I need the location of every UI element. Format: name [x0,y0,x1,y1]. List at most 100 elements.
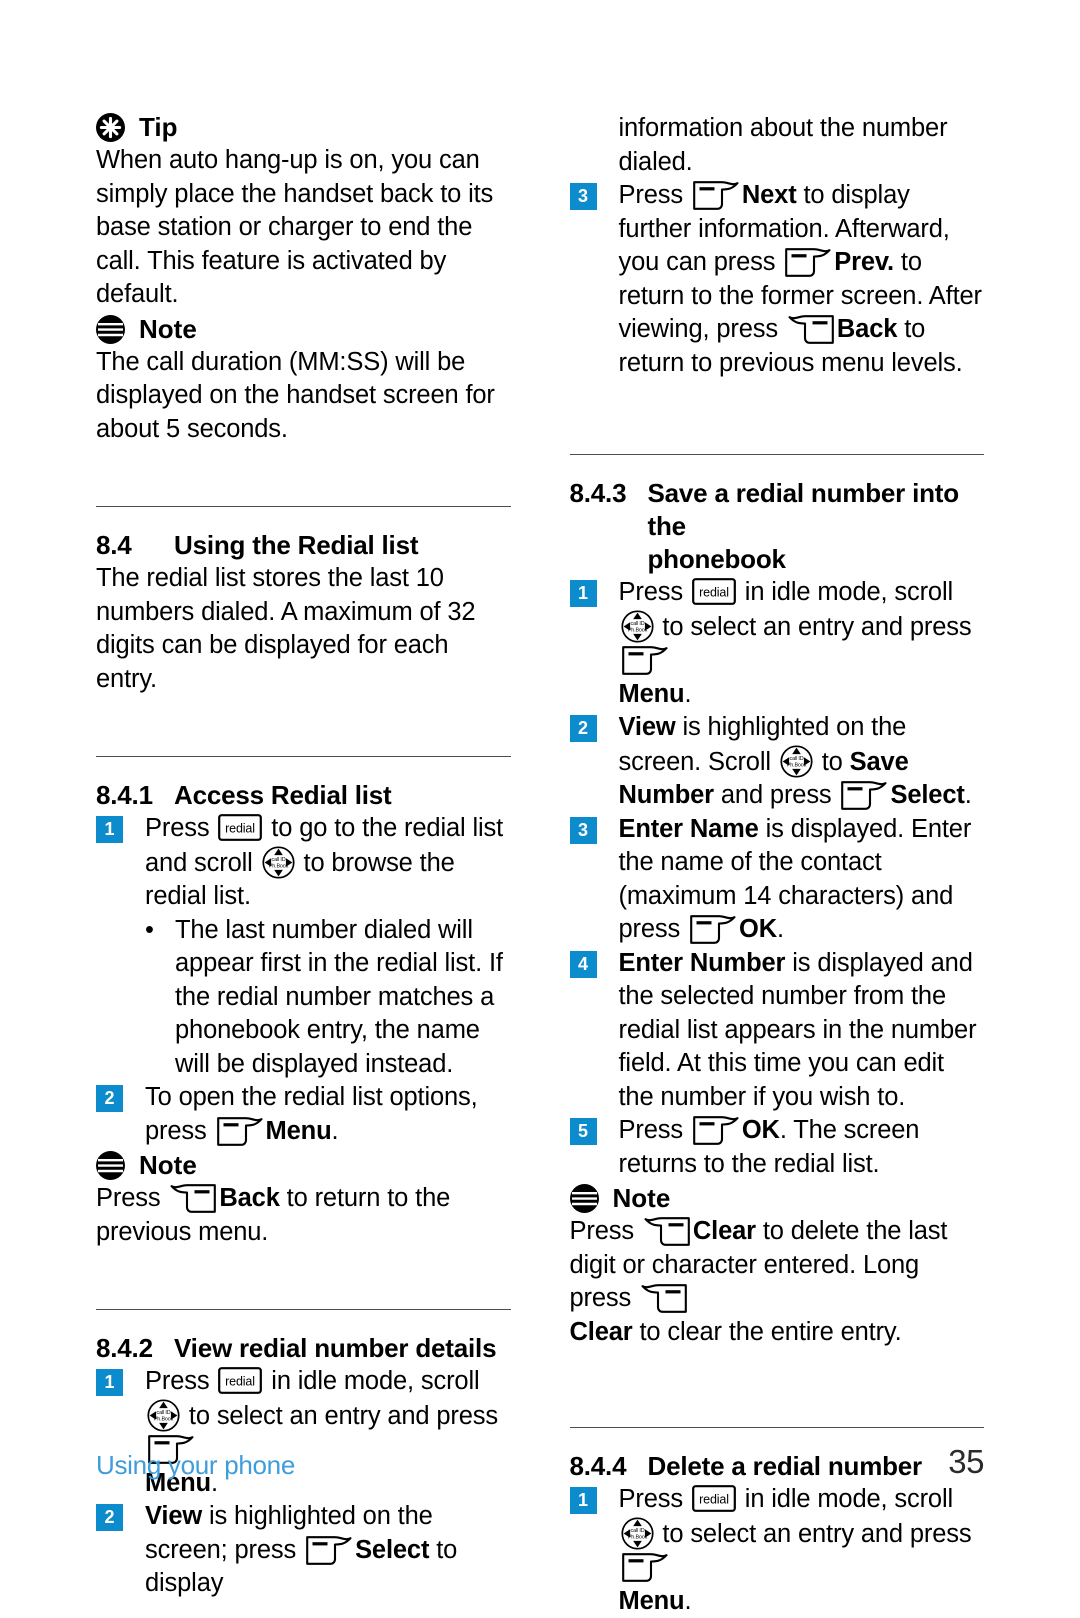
step-number: 2 [96,1085,123,1112]
step-text: Press redial to go to the redial list an… [145,812,511,914]
footer-page-number: 35 [948,1443,984,1480]
section-heading-8-4: 8.4 Using the Redial list [96,529,511,562]
note3-body: Press Clear to delete the last digit or … [570,1215,985,1349]
step-number: 1 [569,1487,597,1514]
step-text-part: to select an entry and press [655,612,972,641]
section-number: 8.4.2 [96,1333,153,1363]
redial-key-icon: redial [218,814,263,841]
section-heading-8-4-3: 8.4.3 Save a redial number into the phone… [570,477,985,576]
step-number: 2 [569,715,597,742]
step-number: 1 [96,1369,123,1396]
left-softkey-icon [621,1552,669,1583]
step-text-bold: Prev. [834,248,894,276]
navigation-scroll-key-icon: call ID Ph.Book [147,1398,180,1432]
svg-text:redial: redial [226,1374,256,1388]
section-title-line1: Save a redial number into the [647,478,960,541]
step-text-part: . [331,1116,339,1145]
step-text-bold: Select [890,781,965,809]
step-text: Press OK. The screen returns to the redi… [619,1114,985,1181]
step-item: 1 Press redial in idle mode, scroll call… [569,1483,985,1618]
right-softkey-icon [643,1216,691,1247]
step-text: Press redial in idle mode, scroll call I… [619,576,985,711]
navigation-scroll-key-icon: call ID Ph.Book [620,609,654,643]
step-text-part: . [777,915,784,943]
step-number: 5 [569,1118,597,1145]
svg-text:call ID: call ID [630,621,644,627]
section-heading-8-4-2: 8.4.2 View redial number details [96,1332,511,1365]
step-text-bold: Next [741,181,797,209]
step-text-bold: Back [836,315,898,343]
manual-page: Tip When auto hang-up is on, you can sim… [0,0,1080,1615]
note-lines-icon [96,1151,125,1180]
section-heading-8-4-1: 8.4.1 Access Redial list [96,779,511,812]
note3-text-bold: Clear [692,1217,756,1245]
section-title: Using the Redial list [174,530,419,560]
left-softkey-icon [840,780,888,811]
step-item: 5 Press OK. The screen returns to the re… [569,1114,985,1181]
svg-text:call ID: call ID [630,1528,644,1534]
bullet-list: • The last number dialed will appear fir… [145,914,511,1082]
svg-text:Ph.Book: Ph.Book [154,1416,174,1422]
step-text: Press redial in idle mode, scroll call I… [619,1483,985,1618]
left-softkey-icon [689,914,737,945]
continuation-text: information about the number dialed. [618,114,948,176]
note3-text-part: to clear the entire entry. [632,1317,902,1346]
note2-title: Note [139,1150,197,1180]
step-text-part: Press [618,578,690,606]
note2-text-bold: Back [219,1184,280,1212]
step-text-bold: View [145,1502,203,1530]
navigation-scroll-key-icon: call ID Ph.Book [620,1516,654,1550]
step-text-part: to select an entry and press [182,1401,498,1430]
step-text: Enter Name is displayed. Enter the name … [619,813,985,947]
navigation-scroll-key-icon: call ID Ph.Book [262,845,295,879]
step-text-bold: Enter Name [618,814,759,843]
step-text-bold: Menu [265,1116,332,1145]
step-text-part: Press [618,181,690,209]
step-item: 2 View is highlighted on the screen; pre… [96,1500,511,1601]
step-text-part: and press [713,781,839,809]
step-item: 4 Enter Number is displayed and the sele… [569,947,985,1115]
step-text-part: . [684,679,692,708]
step-item: 2 View is highlighted on the screen. Scr… [569,711,985,813]
svg-text:redial: redial [699,585,729,599]
svg-text:redial: redial [226,821,256,835]
note3-title: Note [612,1183,671,1213]
list-item: • The last number dialed will appear fir… [145,914,511,1082]
note3-text-bold: Clear [569,1317,633,1346]
step-text-part: to [814,747,850,776]
note-lines-icon [96,314,125,344]
svg-text:call ID: call ID [157,1410,171,1416]
step-text: View is highlighted on the screen. Scrol… [619,711,985,813]
step-item: 1 Press redial to go to the redial list … [96,812,511,914]
step-text: To open the redial list options, press M… [145,1081,511,1148]
section-number: 8.4.1 [96,780,153,810]
tip-title: Tip [139,112,178,142]
section-title-line2: phonebook [647,544,786,574]
note3-callout-header: Note [569,1183,985,1214]
page-footer: Using your phone 35 [96,1443,984,1481]
step-text-bold: Menu [618,679,685,708]
note1-body: The call duration (MM:SS) will be displa… [96,347,495,443]
step-text-part: in idle mode, scroll [264,1367,480,1395]
step-text-bold: Menu [618,1586,685,1615]
step-text-bold: Select [355,1535,430,1564]
svg-text:Ph.Book: Ph.Book [787,762,807,768]
note3-text-part: Press [569,1217,641,1245]
step-text-part: in idle mode, scroll [737,578,953,606]
left-softkey-icon [784,247,832,278]
step-text-bold: OK [741,1116,780,1144]
step-text-part: . [684,1586,692,1615]
step-text-part: . [964,781,972,809]
section-number: 8.4.3 [569,478,627,508]
step-text: View is highlighted on the screen; press… [145,1500,511,1601]
section-title: View redial number details [174,1333,497,1363]
note2-callout-header: Note [96,1150,511,1181]
step-number: 1 [569,580,597,607]
step-number: 1 [96,816,123,843]
tip-asterisk-icon [96,113,125,142]
tip-body: When auto hang-up is on, you can simply … [96,146,494,308]
section-title: Save a redial number into the phonebook [648,477,985,576]
navigation-scroll-key-icon: call ID Ph.Book [780,744,813,778]
note1-callout-header: Note [96,314,511,345]
tip-callout-header: Tip [96,112,511,143]
